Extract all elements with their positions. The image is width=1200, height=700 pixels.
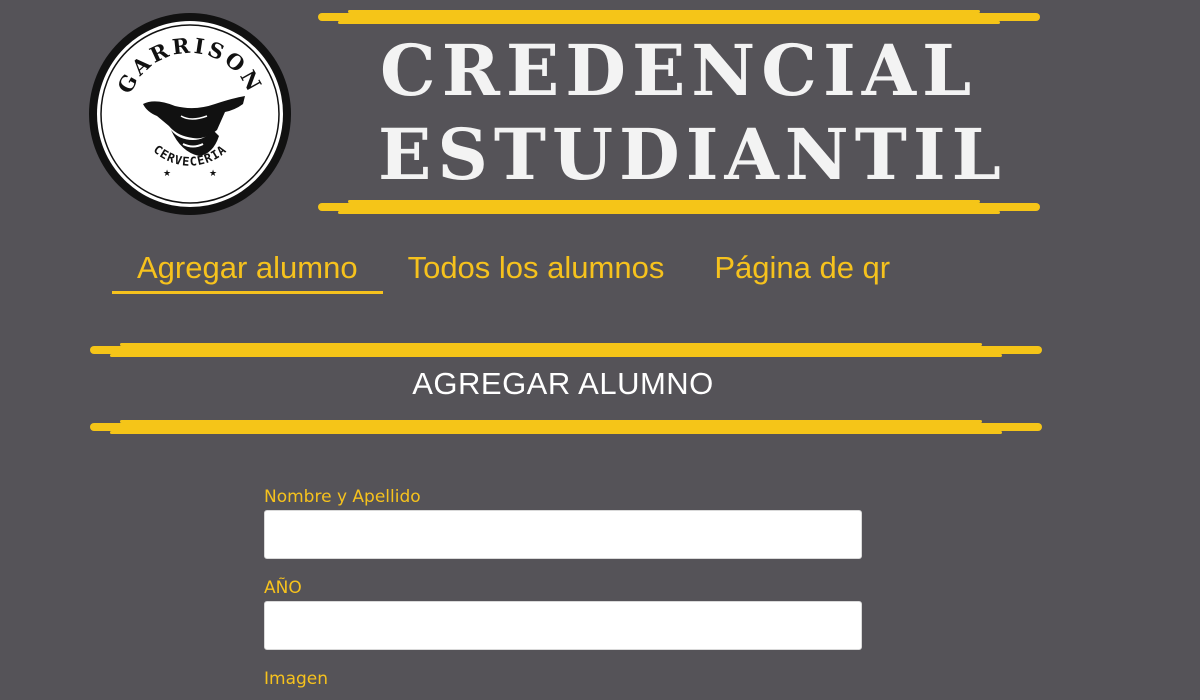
section-title: AGREGAR ALUMNO <box>412 366 714 401</box>
year-field-label: AÑO <box>264 578 302 598</box>
svg-text:★: ★ <box>209 169 217 179</box>
add-student-form: Nombre y Apellido AÑO Imagen <box>264 486 864 692</box>
section-brush-top <box>90 343 1042 357</box>
garrison-logo[interactable]: GARRISON CERVECERIA ★ ★ <box>85 12 295 217</box>
svg-text:★: ★ <box>163 169 171 179</box>
nav-item-agregar-alumno[interactable]: Agregar alumno <box>112 248 383 294</box>
name-field-label: Nombre y Apellido <box>264 487 421 507</box>
header-title: CREDENCIAL ESTUDIANTIL <box>318 8 1043 218</box>
year-field[interactable] <box>264 601 862 650</box>
bottom-brush-stroke <box>318 200 1040 214</box>
title-line-2: ESTUDIANTIL <box>378 113 1007 196</box>
nav-item-pagina-de-qr[interactable]: Página de qr <box>689 248 915 294</box>
title-line-1: CREDENCIAL <box>380 29 978 112</box>
page: GARRISON CERVECERIA ★ ★ CREDENCIAL ESTUD… <box>0 0 1200 700</box>
main-nav: Agregar alumno Todos los alumnos Página … <box>112 248 915 300</box>
logo-emblem-icon: GARRISON CERVECERIA ★ ★ <box>89 13 291 215</box>
section-brush-bottom <box>90 420 1042 434</box>
top-brush-stroke <box>318 10 1040 24</box>
image-field-label: Imagen <box>264 669 329 689</box>
nav-item-todos-los-alumnos[interactable]: Todos los alumnos <box>383 248 690 294</box>
name-field[interactable] <box>264 510 862 559</box>
